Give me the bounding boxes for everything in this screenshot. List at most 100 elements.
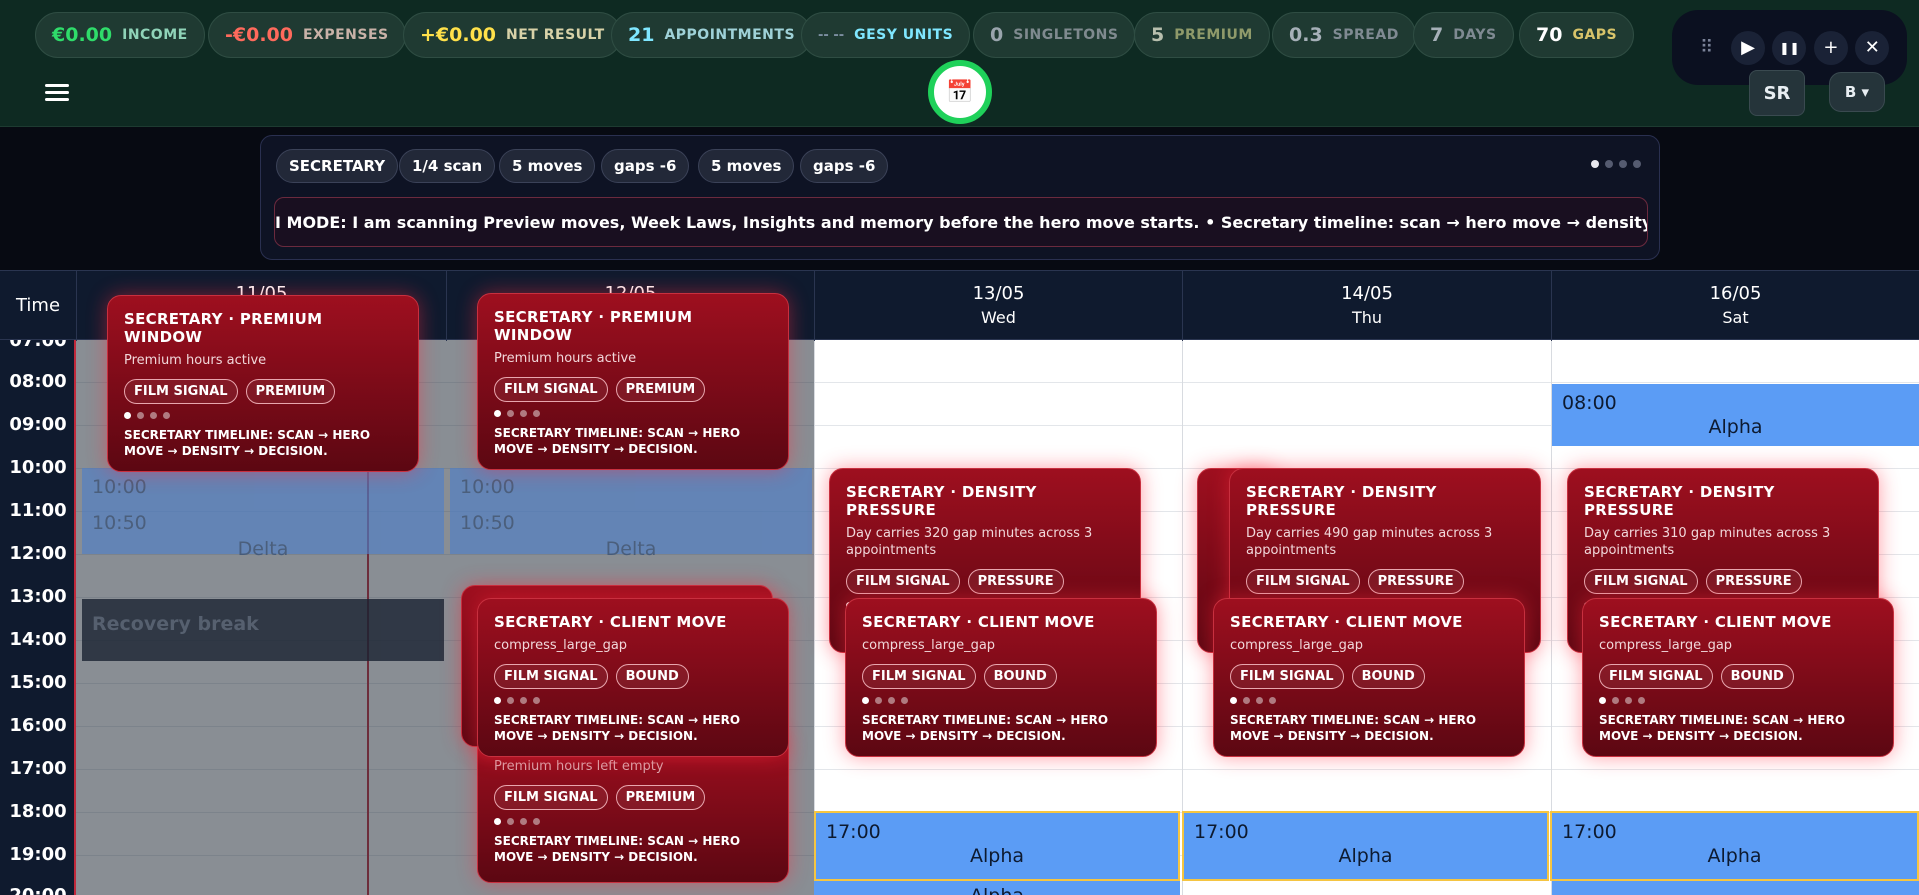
ticker-pagination[interactable] (1591, 160, 1641, 168)
client-move-card[interactable]: SECRETARY · CLIENT MOVE compress_large_g… (1213, 598, 1525, 757)
film-signal-tag[interactable]: FILM SIGNAL (1230, 664, 1344, 689)
film-signal-tag[interactable]: FILM SIGNAL (1246, 569, 1360, 594)
appointment-block[interactable]: 17:00 Alpha (814, 811, 1180, 881)
bound-tag[interactable]: BOUND (983, 664, 1057, 689)
add-button[interactable]: + (1813, 30, 1848, 65)
card-pagination[interactable] (494, 697, 772, 704)
appointment-block[interactable]: 17:00 Alpha (1550, 811, 1919, 881)
top-bar: €0.00 INCOME -€0.00 EXPENSES +€0.00 NET RES… (0, 0, 1919, 127)
profile-dropdown[interactable]: B ▾ (1829, 72, 1885, 112)
appointment-block[interactable]: 17:00 Alpha (1182, 811, 1549, 881)
day-weekday: Wed (981, 308, 1016, 327)
ticker-chip[interactable]: SECRETARY (276, 149, 399, 183)
premium-tag[interactable]: PREMIUM (615, 785, 706, 810)
stat-label: APPOINTMENTS (664, 27, 796, 43)
stat-days[interactable]: 7 DAYS (1413, 12, 1514, 58)
close-button[interactable]: ✕ (1855, 30, 1890, 65)
day-header-14-05[interactable]: 14/05 Thu (1182, 271, 1551, 341)
card-pagination[interactable] (1230, 697, 1508, 704)
premium-tag[interactable]: PREMIUM (615, 377, 706, 402)
pressure-tag[interactable]: PRESSURE (967, 569, 1064, 594)
break-label: Recovery break (92, 613, 259, 635)
film-signal-tag[interactable]: FILM SIGNAL (494, 664, 608, 689)
bound-tag[interactable]: BOUND (1720, 664, 1794, 689)
card-pagination[interactable] (124, 412, 402, 419)
card-title: SECRETARY · CLIENT MOVE (1230, 613, 1463, 631)
ticker-chip[interactable]: gaps -6 (800, 149, 889, 183)
stat-expenses[interactable]: -€0.00 EXPENSES (208, 12, 406, 58)
appointment-block[interactable]: 10:00 10:50 Delta (82, 468, 444, 560)
stat-appointments[interactable]: 21 APPOINTMENTS (611, 12, 813, 58)
time-header-label: Time (15, 295, 61, 316)
stat-income[interactable]: €0.00 INCOME (35, 12, 205, 58)
client-move-card[interactable]: SECRETARY · CLIENT MOVE compress_large_g… (1582, 598, 1894, 757)
film-signal-tag[interactable]: FILM SIGNAL (862, 664, 976, 689)
hour-label: 13:00 (9, 586, 67, 607)
film-signal-tag[interactable]: FILM SIGNAL (1584, 569, 1698, 594)
film-signal-tag[interactable]: FILM SIGNAL (494, 377, 608, 402)
play-button[interactable]: ▶ (1731, 30, 1766, 65)
avatar[interactable]: SR (1749, 70, 1805, 116)
stat-spread[interactable]: 0.3 SPREAD (1272, 12, 1416, 58)
appointment-block[interactable]: 10:00 10:50 Delta (450, 468, 812, 560)
film-signal-tag[interactable]: FILM SIGNAL (124, 379, 238, 404)
premium-window-card[interactable]: SECRETARY · PREMIUM WINDOW Premium hours… (477, 293, 789, 470)
time-column: 07:00 08:00 09:00 10:00 11:00 12:00 13:0… (0, 330, 76, 895)
premium-tag[interactable]: PREMIUM (245, 379, 336, 404)
stat-label: SPREAD (1332, 27, 1399, 43)
stat-label: INCOME (122, 27, 188, 43)
film-signal-tag[interactable]: FILM SIGNAL (846, 569, 960, 594)
card-timeline: SECRETARY TIMELINE: SCAN → HERO MOVE → D… (494, 426, 741, 456)
bound-tag[interactable]: BOUND (1351, 664, 1425, 689)
film-signal-tag[interactable]: FILM SIGNAL (494, 785, 608, 810)
appointment-name: Delta (605, 538, 657, 560)
ticker-chip[interactable]: gaps -6 (601, 149, 690, 183)
hour-label: 10:00 (9, 457, 67, 478)
stat-singletons[interactable]: 0 SINGLETONS (973, 12, 1136, 58)
appointment-block[interactable] (1552, 881, 1919, 895)
stat-value: 0.3 (1289, 24, 1323, 46)
card-pagination[interactable] (862, 697, 1140, 704)
client-move-card[interactable]: SECRETARY · CLIENT MOVE compress_large_g… (477, 598, 789, 757)
stat-net-result[interactable]: +€0.00 NET RESULT (403, 12, 622, 58)
day-weekday: Thu (1351, 308, 1383, 327)
ticker-chip[interactable]: 5 moves (698, 149, 795, 183)
pressure-tag[interactable]: PRESSURE (1705, 569, 1802, 594)
day-header-16-05[interactable]: 16/05 Sat (1551, 271, 1919, 341)
bound-tag[interactable]: BOUND (615, 664, 689, 689)
ticker-text: I MODE: I am scanning Preview moves, Wee… (274, 197, 1648, 247)
stat-value: -€0.00 (225, 24, 293, 46)
drag-handle-icon[interactable]: ⠿ (1690, 31, 1724, 65)
appointment-block[interactable]: Alpha (814, 881, 1180, 895)
stat-gaps[interactable]: 70 GAPS (1519, 12, 1635, 58)
appointment-name: Alpha (969, 845, 1025, 867)
premium-window-card[interactable]: Premium hours left empty FILM SIGNAL PREM… (477, 735, 789, 883)
app-logo[interactable]: 📅 (928, 60, 992, 124)
ticker-chip[interactable]: 5 moves (499, 149, 596, 183)
card-pagination[interactable] (494, 818, 772, 825)
day-header-13-05[interactable]: 13/05 Wed (814, 271, 1182, 341)
hour-label: 14:00 (9, 629, 67, 650)
card-timeline: SECRETARY TIMELINE: SCAN → HERO MOVE → D… (862, 713, 1109, 743)
card-title: SECRETARY · CLIENT MOVE (1599, 613, 1832, 631)
film-signal-tag[interactable]: FILM SIGNAL (1599, 664, 1713, 689)
pressure-tag[interactable]: PRESSURE (1367, 569, 1464, 594)
appointment-block[interactable]: 08:00 Alpha (1552, 384, 1919, 446)
recovery-break[interactable]: Recovery break (82, 599, 444, 661)
hour-label: 16:00 (9, 715, 67, 736)
stat-label: EXPENSES (302, 27, 389, 43)
card-pagination[interactable] (494, 410, 772, 417)
menu-icon[interactable] (45, 80, 69, 105)
card-pagination[interactable] (1599, 697, 1877, 704)
appointment-time: 08:00 (1562, 392, 1617, 414)
hour-label: 09:00 (9, 414, 67, 435)
appointment-name: Alpha (1707, 845, 1762, 867)
stat-gesy-units[interactable]: -- -- GESY UNITS (801, 12, 971, 58)
card-timeline: SECRETARY TIMELINE: SCAN → HERO MOVE → D… (494, 834, 741, 864)
premium-window-card[interactable]: SECRETARY · PREMIUM WINDOW Premium hours… (107, 295, 419, 472)
ticker-chip[interactable]: 1/4 scan (399, 149, 496, 183)
stat-label: PREMIUM (1174, 27, 1253, 43)
stat-premium[interactable]: 5 PREMIUM (1134, 12, 1270, 58)
pause-button[interactable]: ❚❚ (1772, 30, 1807, 65)
client-move-card[interactable]: SECRETARY · CLIENT MOVE compress_large_g… (845, 598, 1157, 757)
